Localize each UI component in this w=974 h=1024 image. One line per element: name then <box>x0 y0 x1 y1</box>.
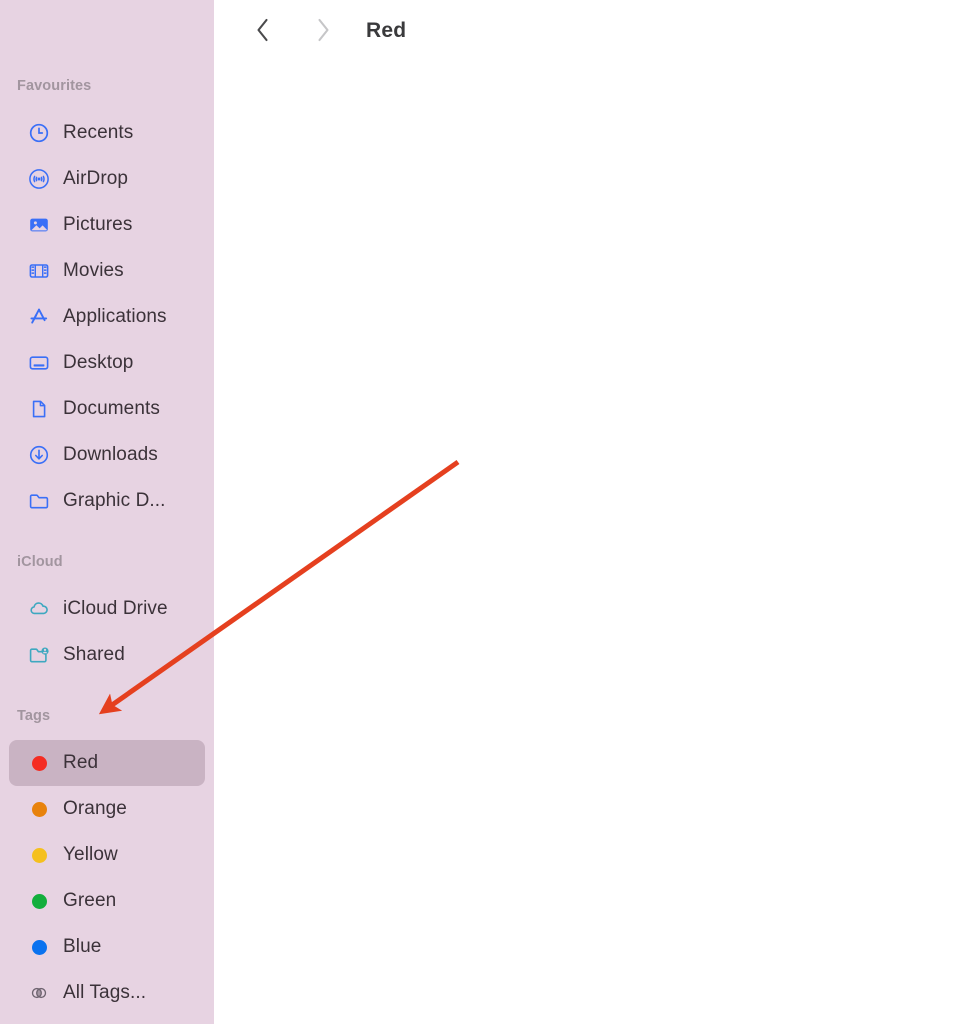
sidebar-item-label: Pictures <box>63 214 133 235</box>
all-tags-icon <box>26 980 52 1006</box>
sidebar-item-label: iCloud Drive <box>63 598 168 619</box>
sidebar-item-label: Applications <box>63 306 167 327</box>
sidebar-item-label: Yellow <box>63 844 118 865</box>
folder-icon <box>26 488 52 514</box>
document-icon <box>26 396 52 422</box>
chevron-right-icon <box>313 16 333 47</box>
sidebar-item-label: Downloads <box>63 444 158 465</box>
sidebar-item-shared[interactable]: Shared <box>9 632 205 678</box>
toolbar: Red <box>214 0 974 62</box>
sidebar-item-tag-green[interactable]: Green <box>9 878 205 924</box>
finder-window: Favourites Recents AirDrop Pictures Movi… <box>0 0 974 1024</box>
page-title: Red <box>366 19 407 42</box>
film-icon <box>26 258 52 284</box>
sidebar-item-label: Graphic D... <box>63 490 166 511</box>
sidebar-item-label: Documents <box>63 398 160 419</box>
sidebar-item-documents[interactable]: Documents <box>9 386 205 432</box>
airdrop-icon <box>26 166 52 192</box>
sidebar-item-tag-blue[interactable]: Blue <box>9 924 205 970</box>
tag-dot-icon <box>26 796 52 822</box>
sidebar: Favourites Recents AirDrop Pictures Movi… <box>0 0 214 1024</box>
tag-dot-icon <box>26 750 52 776</box>
sidebar-item-label: Recents <box>63 122 134 143</box>
download-icon <box>26 442 52 468</box>
sidebar-section-header-tags: Tags <box>17 708 51 724</box>
sidebar-item-desktop[interactable]: Desktop <box>9 340 205 386</box>
sidebar-item-icloud-drive[interactable]: iCloud Drive <box>9 586 205 632</box>
sidebar-item-recents[interactable]: Recents <box>9 110 205 156</box>
file-list-pane[interactable] <box>214 62 974 1024</box>
sidebar-item-label: Movies <box>63 260 124 281</box>
shared-folder-icon <box>26 642 52 668</box>
clock-icon <box>26 120 52 146</box>
sidebar-item-label: Shared <box>63 644 125 665</box>
sidebar-item-downloads[interactable]: Downloads <box>9 432 205 478</box>
sidebar-section-header-icloud: iCloud <box>17 554 63 570</box>
tag-dot-icon <box>26 934 52 960</box>
sidebar-item-label: Blue <box>63 936 102 957</box>
sidebar-item-graphic-design[interactable]: Graphic D... <box>9 478 205 524</box>
back-button[interactable] <box>246 14 280 48</box>
desktop-icon <box>26 350 52 376</box>
sidebar-item-label: Green <box>63 890 117 911</box>
sidebar-section-header-favourites: Favourites <box>17 78 92 94</box>
app-store-icon <box>26 304 52 330</box>
tag-dot-icon <box>26 888 52 914</box>
sidebar-item-all-tags[interactable]: All Tags... <box>9 970 205 1016</box>
sidebar-item-applications[interactable]: Applications <box>9 294 205 340</box>
sidebar-item-tag-orange[interactable]: Orange <box>9 786 205 832</box>
tag-dot-icon <box>26 842 52 868</box>
sidebar-item-label: All Tags... <box>63 982 147 1003</box>
sidebar-item-pictures[interactable]: Pictures <box>9 202 205 248</box>
sidebar-item-label: Red <box>63 752 99 773</box>
sidebar-item-tag-yellow[interactable]: Yellow <box>9 832 205 878</box>
chevron-left-icon <box>253 16 273 47</box>
forward-button[interactable] <box>306 14 340 48</box>
photo-icon <box>26 212 52 238</box>
sidebar-item-label: Desktop <box>63 352 134 373</box>
sidebar-item-tag-red[interactable]: Red <box>9 740 205 786</box>
sidebar-item-label: Orange <box>63 798 127 819</box>
sidebar-item-movies[interactable]: Movies <box>9 248 205 294</box>
sidebar-item-label: AirDrop <box>63 168 129 189</box>
sidebar-item-airdrop[interactable]: AirDrop <box>9 156 205 202</box>
cloud-icon <box>26 596 52 622</box>
